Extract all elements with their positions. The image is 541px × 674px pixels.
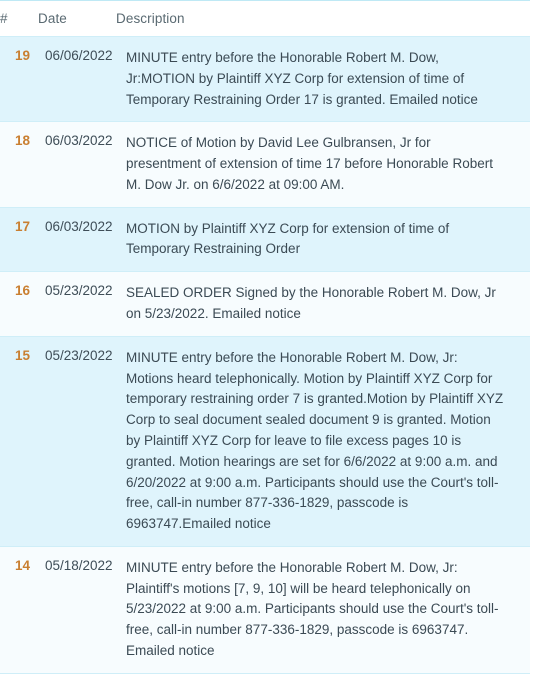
- docket-entry-number[interactable]: 17: [0, 207, 38, 272]
- docket-entry-date: 06/06/2022: [45, 48, 113, 63]
- table-body: 19 06/06/2022 MINUTE entry before the Hono…: [0, 36, 530, 674]
- table-header-row: # Date Description: [0, 2, 530, 37]
- docket-entry-description: MINUTE entry before the Honorable Robert…: [126, 349, 504, 532]
- docket-entry-description: MOTION by Plaintiff XYZ Corp for extensi…: [126, 220, 450, 257]
- docket-entry-description: MINUTE entry before the Honorable Robert…: [126, 50, 478, 107]
- docket-entry-date: 05/18/2022: [45, 557, 113, 573]
- docket-entry-date: 05/23/2022: [45, 283, 113, 299]
- table-row[interactable]: 18 06/03/2022 NOTICE of Motion by David Le…: [0, 121, 530, 208]
- column-header-date[interactable]: Date: [38, 2, 116, 37]
- table-header: # Date Description: [0, 2, 530, 37]
- table-row[interactable]: 15 05/23/2022 MINUTE entry before the Hono…: [0, 336, 530, 547]
- docket-entry-description: MINUTE entry before the Honorable Robert…: [126, 559, 499, 658]
- table-row[interactable]: 19 06/06/2022 MINUTE entry before the Hono…: [0, 36, 530, 122]
- docket-entry-date: 05/23/2022: [45, 347, 113, 363]
- table-row[interactable]: 16 05/23/2022 SEALED ORDER Signed by the H…: [0, 271, 530, 337]
- column-header-number[interactable]: #: [0, 2, 38, 37]
- table-row[interactable]: 17 06/03/2022 MOTION by Plaintiff XYZ Corp…: [0, 207, 530, 272]
- docket-entry-description: NOTICE of Motion by David Lee Gulbransen…: [126, 135, 493, 192]
- table-row[interactable]: 14 05/18/2022 MINUTE entry before the Hono…: [0, 546, 530, 674]
- column-header-description[interactable]: Description: [116, 2, 530, 37]
- docket-table: # Date Description 19 06/06/2022 MINUTE en…: [0, 2, 530, 674]
- docket-entry-number[interactable]: 18: [0, 122, 38, 207]
- docket-entry-number[interactable]: 14: [0, 546, 38, 673]
- docket-table-container: # Date Description 19 06/06/2022 MINUTE en…: [0, 0, 530, 674]
- docket-entry-date: 06/03/2022: [45, 218, 113, 234]
- docket-entry-description: SEALED ORDER Signed by the Honorable Rob…: [126, 285, 496, 322]
- docket-entry-number[interactable]: 16: [0, 272, 38, 337]
- docket-entry-number[interactable]: 19: [0, 37, 38, 122]
- docket-entry-date: 06/03/2022: [45, 133, 113, 149]
- docket-entry-number[interactable]: 15: [0, 336, 38, 546]
